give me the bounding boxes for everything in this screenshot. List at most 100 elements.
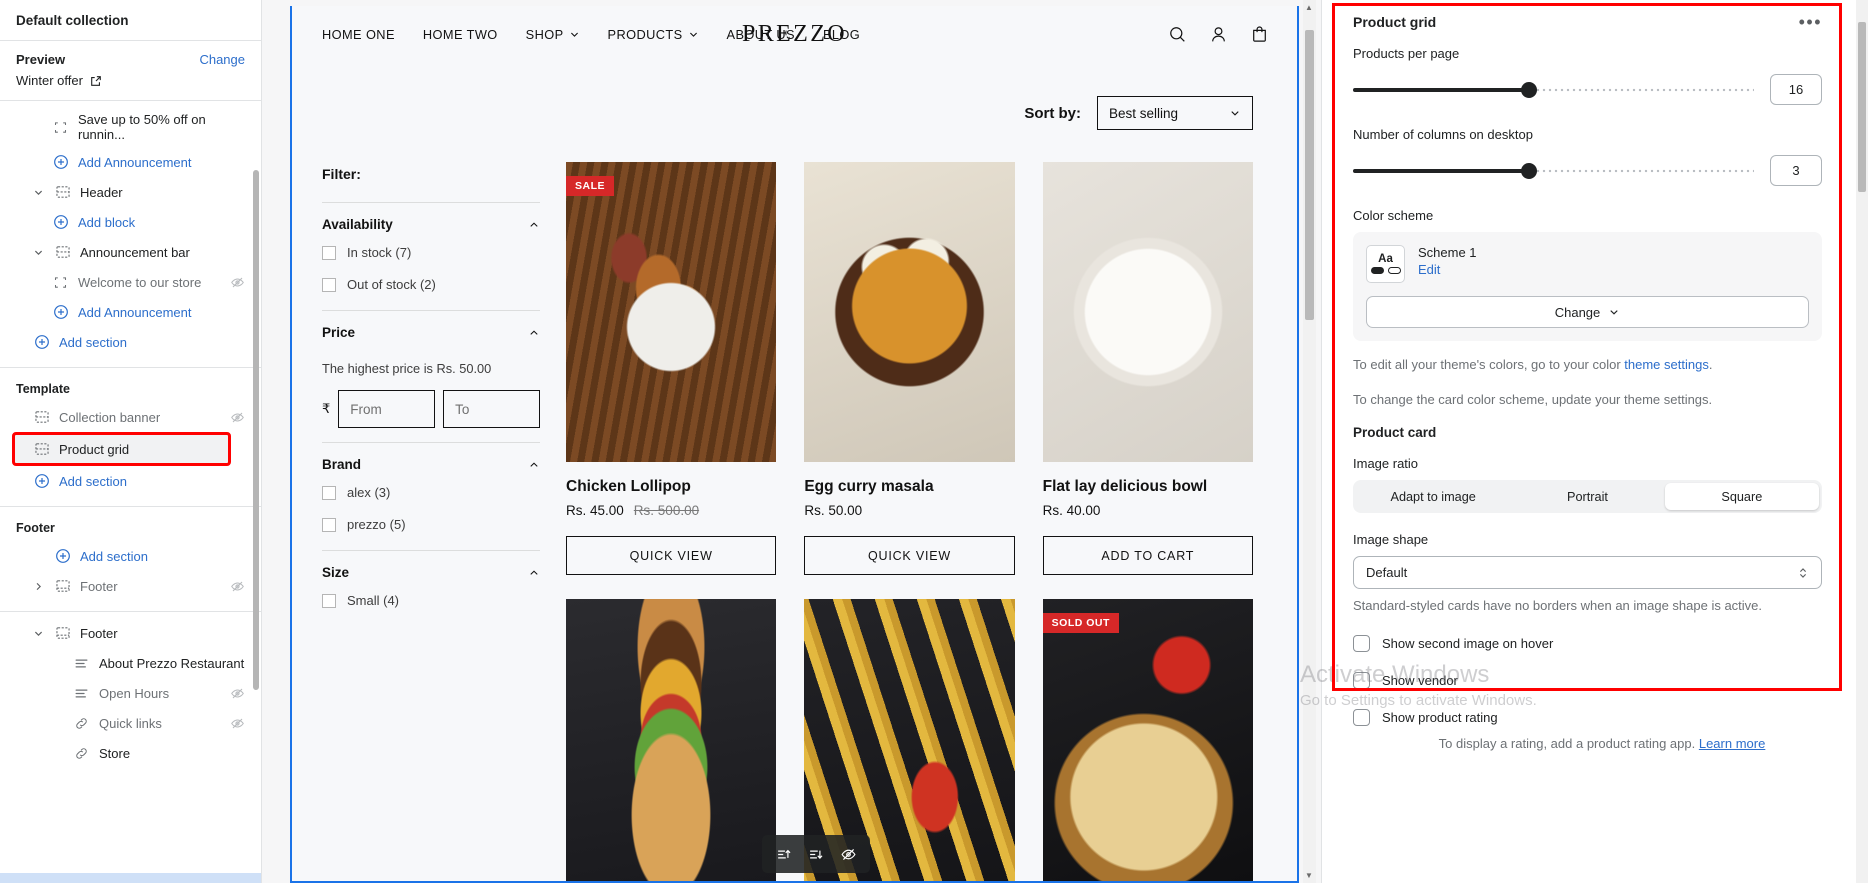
products-per-page-slider[interactable]: [1353, 81, 1754, 98]
sidebar-item-add-announcement[interactable]: Add Announcement: [0, 147, 261, 177]
image-shape-select[interactable]: Default: [1353, 556, 1822, 589]
sidebar-item-store[interactable]: Store: [0, 738, 261, 768]
product-card[interactable]: SALE Chicken Lollipop Rs. 45.00 Rs. 500.00 Q…: [566, 162, 777, 575]
checkbox[interactable]: [1353, 672, 1370, 689]
sidebar-scrollbar[interactable]: [253, 170, 259, 690]
hidden-eye-icon[interactable]: [230, 716, 245, 731]
product-card[interactable]: Flat lay delicious bowl Rs. 40.00 ADD TO C…: [1042, 162, 1253, 575]
store-logo[interactable]: PREZZO: [742, 21, 847, 48]
products-per-page-input[interactable]: 16: [1770, 74, 1822, 105]
checkbox-show-product-rating[interactable]: Show product rating: [1353, 709, 1822, 726]
hidden-eye-icon[interactable]: [230, 275, 245, 290]
move-up-icon[interactable]: [770, 841, 798, 867]
chevron-right-icon[interactable]: [33, 581, 45, 592]
settings-scrollbar[interactable]: [1856, 0, 1868, 883]
search-icon[interactable]: [1168, 25, 1187, 44]
external-link-icon[interactable]: [90, 75, 102, 87]
product-image[interactable]: SOLD OUT: [1042, 599, 1253, 881]
more-options-icon[interactable]: •••: [1799, 13, 1822, 31]
preview-change-link[interactable]: Change: [199, 52, 245, 67]
nav-link-label: PRODUCTS: [607, 26, 683, 42]
cart-icon[interactable]: [1250, 25, 1269, 44]
sidebar-item-add-section[interactable]: Add section: [0, 541, 261, 571]
theme-settings-link[interactable]: theme settings: [1624, 357, 1709, 372]
preview-scroll-thumb[interactable]: [1305, 30, 1314, 320]
sidebar-item-about-prezzo-restaurant[interactable]: About Prezzo Restaurant: [0, 648, 261, 678]
checkbox[interactable]: [322, 517, 336, 532]
product-image[interactable]: [1042, 162, 1253, 462]
product-title[interactable]: Chicken Lollipop: [566, 462, 776, 503]
chevron-down-icon[interactable]: [33, 187, 45, 198]
image-ratio-option-portrait[interactable]: Portrait: [1510, 483, 1664, 510]
sidebar-item-add-section[interactable]: Add section: [0, 327, 261, 357]
product-action-button[interactable]: QUICK VIEW: [804, 536, 1015, 575]
move-down-icon[interactable]: [802, 841, 830, 867]
price-from-input[interactable]: From: [338, 390, 436, 428]
product-image[interactable]: SALE: [566, 162, 777, 462]
filter-option[interactable]: Out of stock (2): [322, 268, 540, 300]
checkbox[interactable]: [322, 277, 336, 292]
account-icon[interactable]: [1209, 25, 1228, 44]
hidden-eye-icon[interactable]: [230, 579, 245, 594]
chevron-down-icon[interactable]: [33, 247, 45, 258]
filter-group-header-price[interactable]: Price: [322, 325, 540, 344]
columns-desktop-slider[interactable]: [1353, 162, 1754, 179]
sidebar-item-announcement-bar[interactable]: Announcement bar: [0, 237, 261, 267]
sidebar-item-add-section[interactable]: Add section: [0, 466, 261, 496]
product-action-button[interactable]: QUICK VIEW: [566, 536, 777, 575]
filter-option[interactable]: Small (4): [322, 584, 540, 616]
scroll-up-arrow[interactable]: ▲: [1305, 3, 1313, 12]
sidebar-item-open-hours[interactable]: Open Hours: [0, 678, 261, 708]
sort-select[interactable]: Best selling: [1097, 96, 1253, 130]
checkbox[interactable]: [322, 485, 336, 500]
filter-option[interactable]: prezzo (5): [322, 508, 540, 540]
filter-option[interactable]: In stock (7): [322, 236, 540, 268]
settings-scroll-thumb[interactable]: [1858, 22, 1866, 192]
checkbox[interactable]: [1353, 635, 1370, 652]
product-image[interactable]: [804, 162, 1015, 462]
filter-group-header-brand[interactable]: Brand: [322, 457, 540, 476]
product-card[interactable]: [566, 599, 777, 881]
image-ratio-option-adapt-to-image[interactable]: Adapt to image: [1356, 483, 1510, 510]
sidebar-item-welcome-to-our-store[interactable]: Welcome to our store: [0, 267, 261, 297]
sidebar-item-add-block[interactable]: Add block: [0, 207, 261, 237]
nav-link-home-two[interactable]: HOME TWO: [423, 27, 498, 42]
hide-icon[interactable]: [834, 841, 862, 867]
product-title[interactable]: Flat lay delicious bowl: [1043, 462, 1253, 503]
sidebar-item-product-grid[interactable]: Product grid: [12, 432, 231, 466]
sidebar-item-footer[interactable]: Footer: [0, 571, 261, 601]
columns-desktop-input[interactable]: 3: [1770, 155, 1822, 186]
filter-option[interactable]: alex (3): [322, 476, 540, 508]
sidebar-item-header[interactable]: Header: [0, 177, 261, 207]
chevron-down-icon[interactable]: [33, 628, 45, 639]
color-scheme-edit-link[interactable]: Edit: [1418, 262, 1477, 277]
product-image[interactable]: [566, 599, 777, 881]
image-ratio-option-square[interactable]: Square: [1664, 483, 1819, 510]
nav-link-home-one[interactable]: HOME ONE: [322, 27, 395, 42]
product-card[interactable]: SOLD OUT: [1042, 599, 1253, 881]
product-title[interactable]: Egg curry masala: [804, 462, 1014, 503]
checkbox[interactable]: [322, 593, 336, 608]
sidebar-item-quick-links[interactable]: Quick links: [0, 708, 261, 738]
checkbox[interactable]: [322, 245, 336, 260]
scroll-down-arrow[interactable]: ▼: [1305, 871, 1313, 880]
checkbox[interactable]: [1353, 709, 1370, 726]
checkbox-show-second-image-on-hover[interactable]: Show second image on hover: [1353, 635, 1822, 652]
sidebar-item-collection-banner[interactable]: Collection banner: [0, 402, 261, 432]
sidebar-item-footer[interactable]: Footer: [0, 618, 261, 648]
sidebar-item-add-announcement[interactable]: Add Announcement: [0, 297, 261, 327]
price-to-input[interactable]: To: [443, 390, 540, 428]
product-action-button[interactable]: ADD TO CART: [1042, 536, 1253, 575]
sidebar-item-save-up-to-50-off-on-runnin[interactable]: Save up to 50% off on runnin...: [0, 107, 261, 147]
hidden-eye-icon[interactable]: [230, 686, 245, 701]
color-scheme-change-button[interactable]: Change: [1366, 296, 1809, 328]
nav-link-shop[interactable]: SHOP: [526, 27, 580, 42]
hidden-eye-icon[interactable]: [230, 410, 245, 425]
preview-scrollbar[interactable]: ▲ ▼: [1303, 0, 1316, 883]
product-card[interactable]: Egg curry masala Rs. 50.00 QUICK VIEW: [804, 162, 1015, 575]
filter-group-header-size[interactable]: Size: [322, 565, 540, 584]
filter-group-header-availability[interactable]: Availability: [322, 217, 540, 236]
checkbox-show-vendor[interactable]: Show vendor: [1353, 672, 1822, 689]
learn-more-link[interactable]: Learn more: [1699, 736, 1765, 751]
nav-link-products[interactable]: PRODUCTS: [608, 27, 699, 42]
